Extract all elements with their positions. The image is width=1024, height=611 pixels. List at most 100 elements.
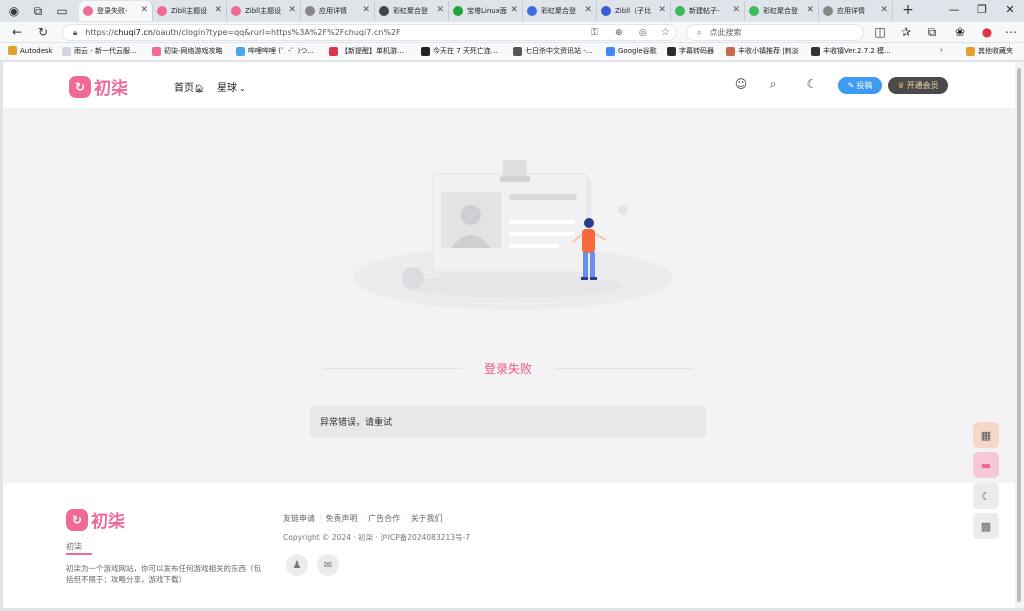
- bookmark-label: 其他收藏夹: [978, 47, 1013, 55]
- tab-close-icon[interactable]: ✕: [658, 5, 666, 15]
- user-icon[interactable]: ☺: [734, 77, 748, 91]
- read-aloud-icon[interactable]: ◎: [639, 28, 647, 38]
- logo-text: 初柒: [94, 79, 128, 99]
- collections-icon[interactable]: ⧉: [923, 23, 941, 41]
- footer-link-about[interactable]: 关于我们: [411, 513, 443, 524]
- footer-logo[interactable]: ↻ 初柒: [66, 507, 125, 532]
- dark-mode-icon[interactable]: ☾: [805, 77, 819, 91]
- bookmark-label: 丰收镇Ver.2.7.2 模...: [823, 47, 891, 55]
- tab-close-icon[interactable]: ✕: [362, 5, 370, 15]
- float-game-button[interactable]: ▦: [973, 422, 999, 448]
- search-placeholder: 点此搜索: [709, 28, 742, 37]
- restore-button[interactable]: ❐: [968, 3, 996, 16]
- tab-title: Zibll主题设: [171, 7, 208, 15]
- tab-close-icon[interactable]: ✕: [732, 5, 740, 15]
- browser-tab[interactable]: 彩虹聚合登 ✕: [375, 1, 449, 21]
- nav-home[interactable]: 首页🏠︎: [174, 79, 204, 94]
- footer-link-friend[interactable]: 友链申请: [283, 513, 315, 524]
- bookmark-item[interactable]: 初柒-网络游戏攻略: [152, 46, 223, 56]
- nav-planet[interactable]: 星球 ⌄: [217, 79, 246, 94]
- pencil-icon: ✎: [847, 81, 855, 90]
- chevron-down-icon: ⌄: [239, 84, 246, 93]
- browser-tab[interactable]: Zibll主题设 ✕: [153, 1, 227, 21]
- browser-tab[interactable]: Zibll主题设 ✕: [227, 1, 301, 21]
- more-menu-icon[interactable]: ⋯: [1002, 23, 1020, 41]
- browser-tab[interactable]: Zibll（子比 ✕: [597, 1, 671, 21]
- bookmark-item[interactable]: Autodesk: [8, 46, 53, 55]
- bookmark-item[interactable]: Google谷歌: [606, 46, 657, 56]
- bookmark-label: Autodesk: [20, 46, 53, 55]
- bookmark-item[interactable]: 七日杀中文资讯站 -...: [513, 46, 592, 56]
- bookmark-item[interactable]: 今天在 7 天死亡连...: [421, 46, 498, 56]
- bookmark-favicon-icon: [667, 46, 676, 56]
- bookmark-favicon-icon: [726, 46, 735, 56]
- float-dark-mode-button[interactable]: ☾: [973, 483, 999, 509]
- tab-close-icon[interactable]: ✕: [880, 5, 888, 15]
- browser-tab[interactable]: 应用详情 ✕: [819, 1, 893, 21]
- profile-avatar-icon[interactable]: ◉: [5, 2, 23, 20]
- tab-close-icon[interactable]: ✕: [510, 5, 518, 15]
- bookmark-favicon-icon: [811, 46, 820, 56]
- copilot-icon[interactable]: ●: [978, 23, 996, 41]
- footer-link-disclaimer[interactable]: 免责声明: [326, 513, 358, 524]
- browser-tab[interactable]: 新建帖子- ✕: [671, 1, 745, 21]
- footer-description: 初柒为一个游戏网站，你可以发布任何游戏相关的东西（包括但不限于：攻略分享，游戏下…: [66, 564, 261, 584]
- tab-favicon-icon: [231, 6, 241, 16]
- workspaces-icon[interactable]: ⧉: [29, 2, 47, 20]
- back-icon[interactable]: ←: [8, 23, 26, 41]
- search-box[interactable]: ⌕ 点此搜索: [686, 24, 864, 41]
- tab-close-icon[interactable]: ✕: [436, 5, 444, 15]
- float-ticket-button[interactable]: ▬: [973, 452, 999, 478]
- new-tab-button[interactable]: +: [899, 1, 917, 19]
- footer-link-ads[interactable]: 广告合作: [368, 513, 400, 524]
- post-button[interactable]: ✎ 投稿: [838, 77, 882, 94]
- key-icon[interactable]: ⚿: [591, 28, 598, 38]
- tab-close-icon[interactable]: ✕: [140, 5, 148, 15]
- bookmark-favicon-icon: [606, 46, 615, 56]
- favorites-icon[interactable]: ✰: [897, 23, 915, 41]
- favorite-star-icon[interactable]: ☆: [661, 27, 670, 38]
- tab-close-icon[interactable]: ✕: [288, 5, 296, 15]
- page-scrollbar[interactable]: [1015, 62, 1024, 608]
- bookmark-item[interactable]: 【新提醒】单机游...: [329, 46, 404, 56]
- vip-button[interactable]: ♛ 开通会员: [888, 77, 948, 94]
- tab-title: 新建帖子-: [689, 7, 720, 15]
- browser-tab[interactable]: 彩虹聚合登 ✕: [523, 1, 597, 21]
- bookmark-item[interactable]: 字幕转码器: [667, 46, 714, 56]
- email-icon[interactable]: ✉: [317, 554, 339, 576]
- separator: ·: [319, 513, 322, 522]
- logo-mark-icon: ↻: [66, 508, 88, 531]
- tab-actions-icon[interactable]: ▭: [53, 2, 71, 20]
- footer-logo-text: 初柒: [91, 512, 125, 532]
- bookmark-item[interactable]: 其他收藏夹: [966, 46, 1013, 56]
- bookmarks-overflow-icon[interactable]: ›: [940, 46, 943, 54]
- tab-close-icon[interactable]: ✕: [214, 5, 222, 15]
- bookmark-item[interactable]: 雨云 - 新一代云服...: [62, 46, 137, 56]
- site-logo[interactable]: ↻ 初柒: [69, 74, 128, 99]
- bookmark-item[interactable]: 哔哩哔哩 (゜-゜)つ...: [236, 46, 314, 56]
- browser-tab[interactable]: 登录失败- ✕: [79, 1, 153, 21]
- close-window-button[interactable]: ✕: [996, 3, 1024, 16]
- float-qrcode-button[interactable]: ▩: [973, 513, 999, 539]
- split-screen-icon[interactable]: ◫: [871, 23, 889, 41]
- tab-close-icon[interactable]: ✕: [584, 5, 592, 15]
- browser-tab[interactable]: 应用详情 ✕: [301, 1, 375, 21]
- browser-tab[interactable]: 彩虹聚合登 ✕: [745, 1, 819, 21]
- tab-title: Zibll主题设: [245, 7, 282, 15]
- tab-favicon-icon: [453, 6, 463, 16]
- browser-tab-strip: ◉ ⧉ ▭ 登录失败- ✕ Zibll主题设 ✕ Zibll主题设 ✕ 应用详情 ✕ 彩虹聚合登…: [0, 0, 1024, 22]
- page-viewport: ↻ 初柒 首页🏠︎ 星球 ⌄ ☺ ⌕ ☾ ✎ 投稿 ♛ 开通会员 登录失败 异常…: [3, 62, 1015, 608]
- scrollbar-thumb[interactable]: [1017, 68, 1021, 602]
- zoom-icon[interactable]: ⊕: [615, 28, 623, 38]
- bookmark-item[interactable]: 丰收小镇推荐 |刺淡: [726, 46, 799, 56]
- bookmark-item[interactable]: 丰收镇Ver.2.7.2 模...: [811, 46, 891, 56]
- browser-tab[interactable]: 宝塔Linux面 ✕: [449, 1, 523, 21]
- bookmark-label: 初柒-网络游戏攻略: [164, 47, 223, 55]
- qq-icon[interactable]: ♟: [286, 554, 308, 576]
- minimize-button[interactable]: —: [940, 3, 968, 16]
- refresh-icon[interactable]: ↻: [34, 23, 52, 41]
- search-icon[interactable]: ⌕: [766, 77, 780, 92]
- address-bar[interactable]: 🔒︎ https://chuqi7.cn/oauth/clogin?type=q…: [62, 24, 677, 41]
- extension-icon[interactable]: ❀: [951, 23, 969, 41]
- tab-close-icon[interactable]: ✕: [806, 5, 814, 15]
